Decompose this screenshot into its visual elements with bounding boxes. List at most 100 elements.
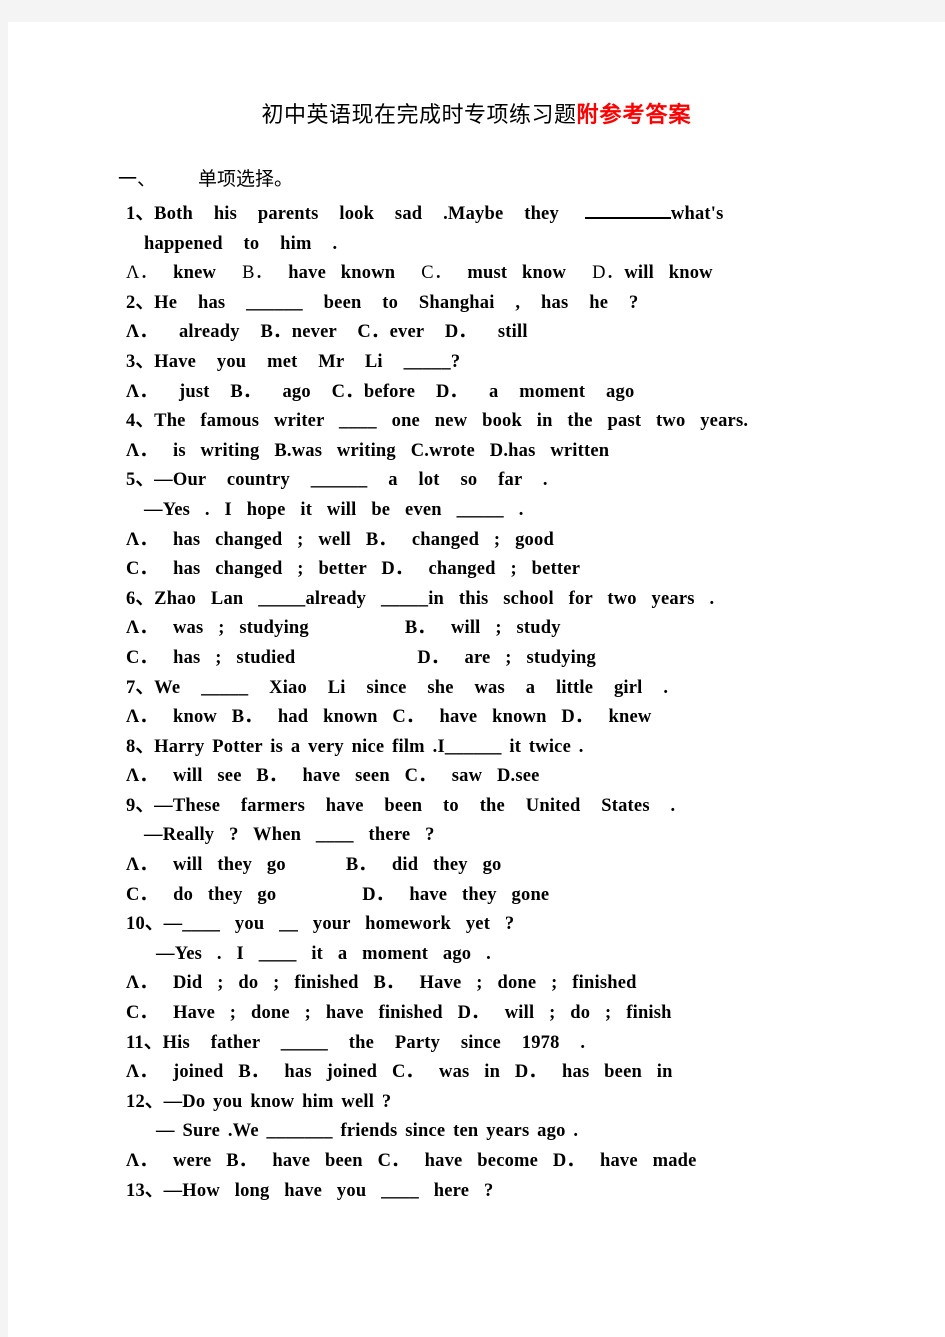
question-options: Λ． joined B． has joined C． was in D． has…: [126, 1058, 845, 1088]
question-options-text: Λ． has changed ; well B． changed ; good: [126, 529, 554, 550]
question-stem-text: Have you met Mr Li _____?: [154, 351, 461, 372]
section-label: 单项选择。: [198, 169, 294, 190]
question-stem: 7、We _____ Xiao Li since she was a littl…: [126, 674, 845, 704]
page-title: 初中英语现在完成时专项练习题附参考答案: [8, 22, 945, 130]
question-stem-text: —Our country ______ a lot so far .: [154, 470, 548, 491]
question-stem-text: We _____ Xiao Li since she was a little …: [154, 677, 669, 698]
question-options: Λ． already B．never C．ever D． still: [126, 318, 845, 348]
question-options: Λ． will they go B． did they go: [126, 851, 845, 881]
option-text-c: must know: [467, 263, 567, 284]
question-options: Λ． were B． have been C． have become D． h…: [126, 1147, 845, 1177]
question-number: 4、: [126, 411, 155, 432]
question-options: Λ． was ; studying B． will ; study: [126, 614, 845, 644]
question-options: C． Have ; done ; have finished D． will ;…: [126, 999, 845, 1029]
question-number: 10、: [126, 914, 164, 935]
question-stem-text: —Yes . I ____ it a moment ago .: [156, 943, 491, 964]
question-number: 3、: [126, 351, 155, 372]
question-number: 8、: [126, 736, 155, 757]
question-number: 9、: [126, 795, 155, 816]
question-stem: 5、—Our country ______ a lot so far .: [126, 466, 845, 496]
option-text-d: will know: [624, 263, 713, 284]
question-options-text: Λ． will see B． have seen C． saw D.see: [126, 766, 540, 787]
question-stem-text: Harry Potter is a very nice film .I_____…: [154, 736, 584, 757]
page-title-red: 附参考答案: [576, 102, 692, 127]
question-stem-text: —Really ? When ____ there ?: [144, 825, 435, 846]
question-number: 12、: [126, 1091, 164, 1112]
question-options-text: C． do they go: [126, 884, 277, 905]
question-options: Λ． know B． had known C． have known D． kn…: [126, 703, 845, 733]
question-number: 6、: [126, 588, 155, 609]
question-number: 1、: [126, 204, 155, 224]
question-options-text: C． has ; studied: [126, 647, 296, 668]
question-stem: 12、—Do you know him well ?: [126, 1088, 845, 1118]
question-options-text: B． will ; study: [404, 618, 561, 639]
question-stem-text: The famous writer ____ one new book in t…: [154, 411, 749, 432]
question-options-text: D． are ; studying: [417, 647, 596, 668]
section-number: 一、: [118, 169, 157, 190]
question-stem: 6、Zhao Lan _____already _____in this sch…: [126, 585, 845, 615]
question-number: 7、: [126, 677, 155, 698]
question-stem-text: —Do you know him well ?: [163, 1091, 392, 1112]
question-options-text: Λ． know B． had known C． have known D． kn…: [126, 707, 652, 728]
question-number: 5、: [126, 470, 155, 491]
question-number: 13、: [126, 1180, 164, 1201]
question-stem-cont: happened to him .: [126, 230, 845, 260]
question-options-text: C． has changed ; better D． changed ; bet…: [126, 559, 581, 580]
question-stem-text: —How long have you ____ here ?: [163, 1180, 494, 1201]
question-options-text: Λ． joined B． has joined C． was in D． has…: [126, 1062, 673, 1083]
question-stem-tail: what's: [670, 204, 724, 224]
question-list: 1、Both his parents look sad .Maybe they w…: [8, 194, 945, 1206]
question-stem-text: — Sure .We _______ friends since ten yea…: [156, 1121, 579, 1142]
option-letter-a: Λ．: [126, 263, 159, 284]
question-options-text: Λ． Did ; do ; finished B． Have ; done ; …: [126, 973, 637, 994]
question-stem: 1、Both his parents look sad .Maybe they w…: [126, 200, 845, 230]
question-stem: 11、His father _____ the Party since 1978…: [126, 1029, 845, 1059]
question-options-text: Λ． will they go: [126, 855, 286, 876]
question-stem-text: —These farmers have been to the United S…: [154, 795, 676, 816]
question-options-text: Λ． just B． ago C．before D． a moment ago: [126, 381, 635, 402]
document-page: 初中英语现在完成时专项练习题附参考答案 一、 单项选择。 1、Both his p…: [8, 22, 945, 1337]
question-options-text: Λ． were B． have been C． have become D． h…: [126, 1151, 697, 1171]
question-number: 11、: [126, 1032, 163, 1053]
question-number: 2、: [126, 292, 155, 313]
page-title-black: 初中英语现在完成时专项练习题: [261, 102, 577, 127]
question-stem: 13、—How long have you ____ here ?: [126, 1177, 845, 1207]
answer-blank: [584, 202, 671, 219]
question-stem-cont: —Yes . I ____ it a moment ago .: [126, 940, 845, 970]
question-stem-text: Zhao Lan _____already _____in this schoo…: [154, 588, 715, 609]
section-heading: 一、 单项选择。: [8, 130, 945, 194]
question-stem-text: He has ______ been to Shanghai , has he …: [154, 292, 639, 313]
question-stem: 10、—____ you __ your homework yet ?: [126, 910, 845, 940]
question-stem-text: Both his parents look sad .Maybe they: [154, 204, 559, 224]
question-options: C． has ; studied D． are ; studying: [126, 644, 845, 674]
question-options: Λ． has changed ; well B． changed ; good: [126, 526, 845, 556]
question-options: Λ． will see B． have seen C． saw D.see: [126, 762, 845, 792]
question-stem: 9、—These farmers have been to the United…: [126, 792, 845, 822]
question-stem-text: —Yes . I hope it will be even _____ .: [144, 499, 524, 520]
option-text-a: knew: [173, 263, 217, 284]
question-options-text: Λ． already B．never C．ever D． still: [126, 322, 528, 343]
question-stem-cont: — Sure .We _______ friends since ten yea…: [126, 1117, 845, 1147]
question-options: Λ． just B． ago C．before D． a moment ago: [126, 378, 845, 408]
question-stem: 3、Have you met Mr Li _____?: [126, 348, 845, 378]
question-options-text: D． have they gone: [362, 884, 550, 905]
question-stem-cont: —Really ? When ____ there ?: [126, 821, 845, 851]
option-letter-b: B．: [242, 263, 274, 284]
question-options: C． do they go D． have they gone: [126, 881, 845, 911]
question-stem-cont: —Yes . I hope it will be even _____ .: [126, 496, 845, 526]
question-options: Λ． Did ; do ; finished B． Have ; done ; …: [126, 969, 845, 999]
question-stem-text: His father _____ the Party since 1978 .: [162, 1032, 586, 1053]
document-content: 初中英语现在完成时专项练习题附参考答案 一、 单项选择。 1、Both his p…: [8, 22, 945, 1206]
question-stem: 2、He has ______ been to Shanghai , has h…: [126, 289, 845, 319]
question-options-text: Λ． is writing B.was writing C.wrote D.ha…: [126, 440, 610, 461]
option-text-b: have known: [288, 263, 396, 284]
question-options: Λ． knew B． have known C． must know D．will k…: [126, 259, 845, 289]
question-stem-text: —____ you __ your homework yet ?: [163, 914, 515, 935]
question-options: Λ． is writing B.was writing C.wrote D.ha…: [126, 437, 845, 467]
option-letter-c: C．: [421, 263, 453, 284]
question-stem-text: happened to him .: [144, 233, 338, 254]
question-options: C． has changed ; better D． changed ; bet…: [126, 555, 845, 585]
question-stem: 8、Harry Potter is a very nice film .I___…: [126, 733, 845, 763]
option-letter-d: D．: [592, 263, 625, 284]
question-options-text: B． did they go: [345, 855, 502, 876]
